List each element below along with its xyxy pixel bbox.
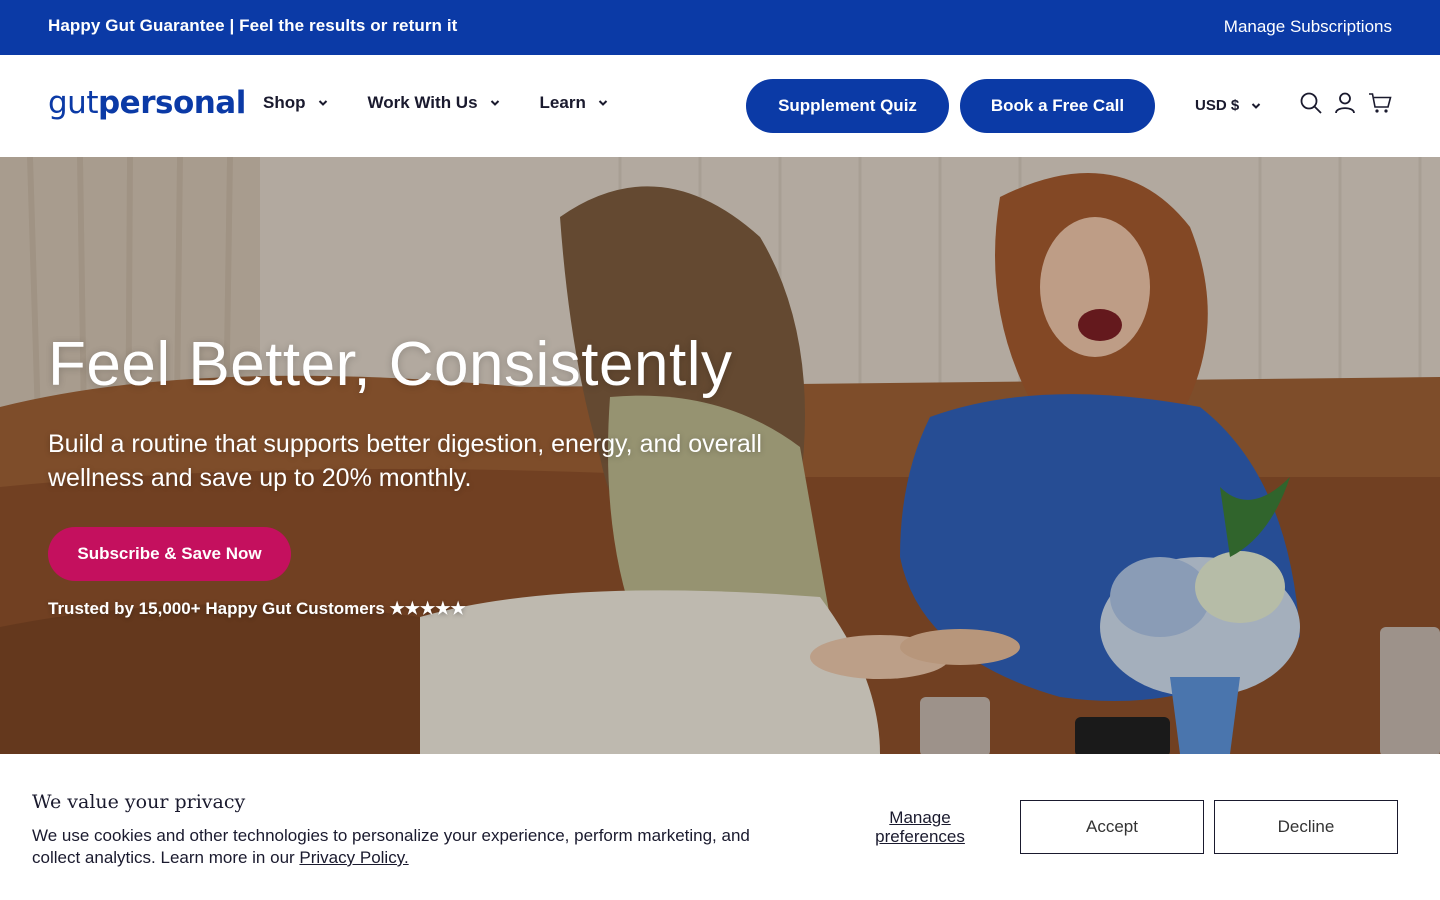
nav-work-with-us-label: Work With Us [367,93,478,112]
supplement-quiz-button[interactable]: Supplement Quiz [746,79,949,133]
nav-shop-label: Shop [263,93,306,112]
logo-part-personal: personal [97,85,246,121]
chevron-down-icon [490,100,499,106]
nav-learn[interactable]: Learn [540,93,608,113]
chevron-down-icon [598,100,608,106]
guarantee-text: Happy Gut Guarantee | Feel the results o… [48,16,458,35]
currency-selector[interactable]: USD $ [1195,97,1261,114]
account-icon[interactable] [1333,91,1357,115]
hero-section: Feel Better, Consistently Build a routin… [0,157,1440,754]
accept-button[interactable]: Accept [1020,800,1204,854]
book-free-call-button[interactable]: Book a Free Call [960,79,1155,133]
manage-preferences-link[interactable]: Manage preferences [862,808,978,846]
search-icon[interactable] [1299,91,1323,115]
cookie-body: We use cookies and other technologies to… [32,825,772,869]
nav-shop[interactable]: Shop [263,93,328,113]
cookie-banner: We value your privacy We use cookies and… [0,754,1440,900]
privacy-policy-link[interactable]: Privacy Policy. [299,848,408,867]
trusted-customers-text: Trusted by 15,000+ Happy Gut Customers ★… [48,599,466,618]
logo[interactable]: gutpersonal [48,85,246,121]
decline-button[interactable]: Decline [1214,800,1398,854]
nav-work-with-us[interactable]: Work With Us [368,93,500,113]
subscribe-save-button[interactable]: Subscribe & Save Now [48,527,291,581]
nav-learn-label: Learn [539,93,586,112]
site-header: gutpersonal Shop Work With Us Learn Supp… [0,55,1440,157]
hero-title: Feel Better, Consistently [48,330,733,399]
currency-label: USD $ [1195,97,1240,114]
announcement-bar: Happy Gut Guarantee | Feel the results o… [0,0,1440,55]
cookie-title: We value your privacy [32,791,246,813]
hero-subtitle: Build a routine that supports better dig… [48,430,762,492]
manage-subscriptions-link[interactable]: Manage Subscriptions [1224,17,1392,37]
chevron-down-icon [1251,102,1261,109]
chevron-down-icon [318,100,327,106]
logo-part-gut: gut [48,85,98,121]
main-nav: Shop Work With Us Learn [263,93,608,113]
cart-icon[interactable] [1368,91,1392,115]
